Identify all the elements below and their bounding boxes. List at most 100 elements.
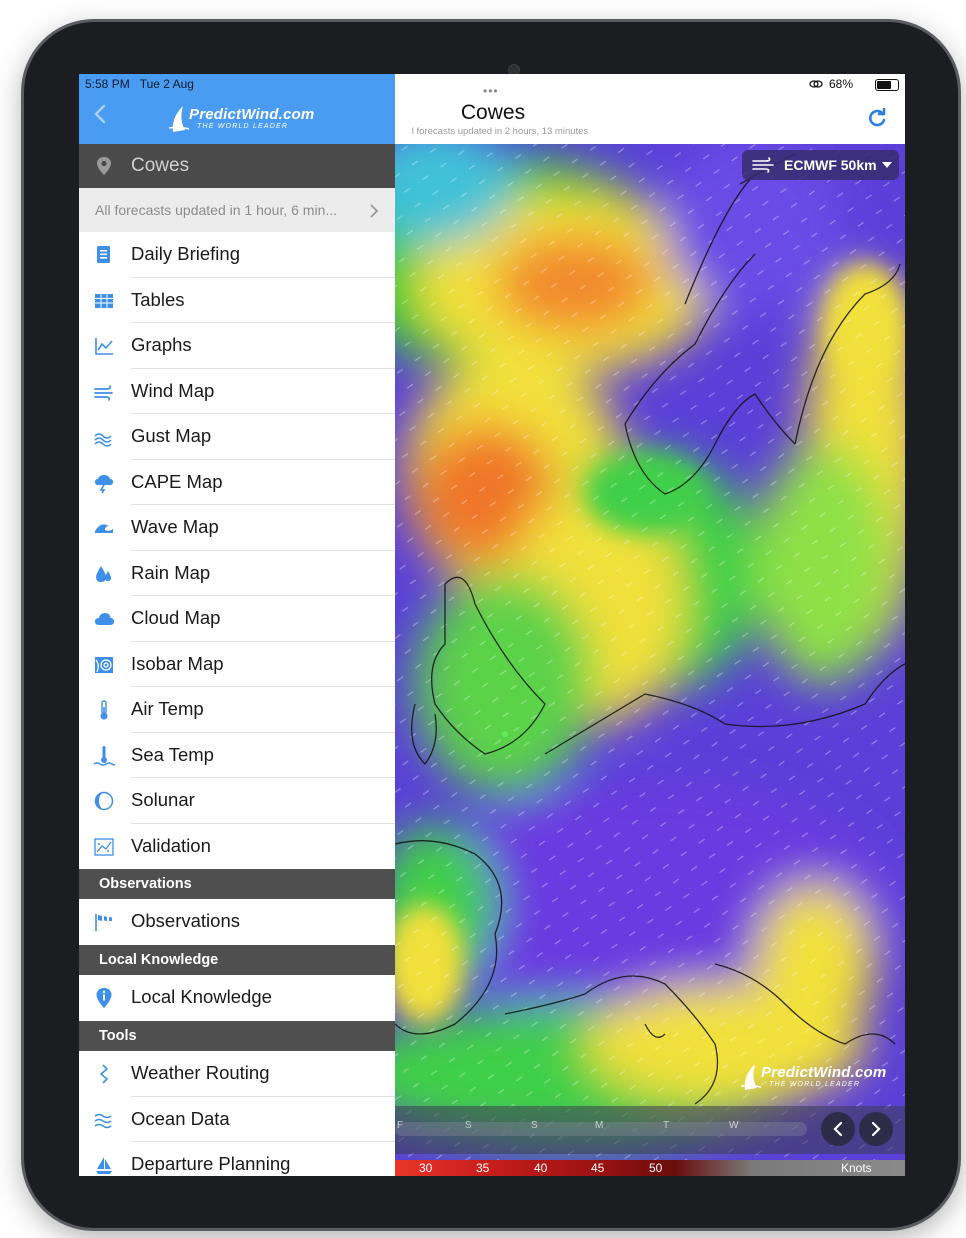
menu-item-daily-briefing[interactable]: Daily Briefing — [79, 232, 395, 278]
sail-logo-icon — [169, 106, 189, 132]
legend-unit: Knots — [841, 1161, 872, 1175]
battery-percent: 68% — [829, 77, 854, 91]
menu-item-label: Observations — [131, 910, 240, 931]
model-selector[interactable]: ECMWF 50km — [742, 150, 899, 180]
sidebar: 5:58 PM Tue 2 Aug PredictWind.com THE WO… — [79, 74, 395, 1176]
page-title: Cowes — [460, 101, 526, 124]
timeline-day: S — [465, 1120, 472, 1131]
route-icon — [100, 1064, 108, 1084]
menu-item-weather-routing[interactable]: Weather Routing — [79, 1051, 395, 1097]
menu-item-air-temp[interactable]: Air Temp — [79, 687, 395, 733]
menu-item-label: Solunar — [131, 789, 195, 810]
timeline-next-button[interactable] — [859, 1112, 893, 1146]
menu-item-label: Sea Temp — [131, 743, 214, 765]
menu-item-isobar-map[interactable]: Isobar Map — [79, 642, 395, 687]
menu-item-wave-map[interactable]: Wave Map — [79, 505, 395, 551]
predictwind-logo: PredictWind.com THE WORLD LEADER — [169, 104, 314, 134]
menu-item-label: Daily Briefing — [131, 243, 240, 264]
moon-icon — [94, 791, 114, 811]
menu-item-cape-map[interactable]: CAPE Map — [79, 460, 395, 505]
link-icon — [809, 80, 823, 88]
forecast-update-row[interactable]: All forecasts updated in 1 hour, 6 min..… — [79, 188, 395, 232]
logo-tagline: THE WORLD LEADER — [197, 123, 289, 130]
wave-icon — [95, 524, 113, 533]
location-selector[interactable]: Cowes — [79, 144, 395, 188]
table-icon — [95, 293, 113, 308]
menu-item-sea-temp[interactable]: Sea Temp — [79, 733, 395, 778]
dropdown-caret-icon — [882, 162, 892, 168]
menu-item-departure-planning[interactable]: Departure Planning — [79, 1142, 395, 1176]
timeline-day: F — [397, 1120, 404, 1131]
chevron-right-icon — [871, 1121, 881, 1137]
menu-item-label: Weather Routing — [131, 1062, 270, 1083]
sea-thermometer-icon — [93, 745, 115, 766]
top-bar: ••• 68% Cowes l forecasts updated in 2 h… — [395, 74, 905, 144]
timeline-day: M — [595, 1120, 604, 1131]
status-time: 5:58 PM Tue 2 Aug — [85, 77, 194, 91]
menu-item-rain-map[interactable]: Rain Map — [79, 551, 395, 596]
forecast-update-subtitle: l forecasts updated in 2 hours, 13 minut… — [411, 126, 589, 137]
menu-item-validation[interactable]: Validation — [79, 824, 395, 870]
menu-item-label: Graphs — [131, 334, 192, 355]
refresh-icon[interactable] — [867, 108, 887, 128]
thermometer-icon — [100, 700, 108, 720]
watermark-text: PredictWind.com — [761, 1064, 887, 1081]
sailboat-icon — [96, 1157, 112, 1174]
menu-item-gust-map[interactable]: Gust Map — [79, 414, 395, 460]
menu-item-label: Air Temp — [131, 698, 204, 719]
menu-item-label: Ocean Data — [131, 1107, 230, 1129]
menu-item-label: Isobar Map — [131, 652, 224, 674]
section-title: Observations — [99, 876, 192, 892]
timeline-bar: F S S M T W — [395, 1106, 905, 1154]
section-header-tools: Tools — [79, 1021, 395, 1051]
logo-text: PredictWind.com — [189, 106, 315, 123]
wind-map-canvas[interactable] — [395, 144, 905, 1176]
wind-icon — [94, 384, 113, 401]
wind-map[interactable]: ECMWF 50km PredictWind.com THE WORLD LEA… — [395, 144, 905, 1176]
wind-model-icon — [752, 157, 774, 173]
storm-cloud-icon — [95, 474, 113, 493]
menu-item-label: CAPE Map — [131, 470, 223, 492]
menu-item-cloud-map[interactable]: Cloud Map — [79, 596, 395, 642]
menu-item-label: Gust Map — [131, 425, 212, 446]
section-title: Tools — [99, 1028, 137, 1044]
back-chevron-icon[interactable] — [93, 104, 107, 124]
multitask-dots[interactable]: ••• — [483, 84, 499, 98]
menu-item-wind-map[interactable]: Wind Map — [79, 369, 395, 414]
flags-icon — [95, 914, 112, 931]
menu-item-graphs[interactable]: Graphs — [79, 323, 395, 369]
menu-item-label: Departure Planning — [131, 1153, 291, 1174]
menu-item-label: Wave Map — [131, 516, 219, 537]
sail-logo-icon — [741, 1064, 761, 1090]
menu-item-ocean-data[interactable]: Ocean Data — [79, 1097, 395, 1142]
status-clock: 5:58 PM — [85, 77, 130, 91]
menu-item-label: Local Knowledge — [131, 986, 272, 1007]
timeline-prev-button[interactable] — [821, 1112, 855, 1146]
location-name: Cowes — [131, 155, 190, 176]
chevron-left-icon — [833, 1121, 843, 1137]
status-date: Tue 2 Aug — [139, 77, 194, 91]
legend-value: 45 — [591, 1161, 605, 1175]
timeline-day: S — [531, 1120, 538, 1131]
battery-icon — [875, 79, 899, 91]
menu-item-tables[interactable]: Tables — [79, 278, 395, 323]
main-panel: ••• 68% Cowes l forecasts updated in 2 h… — [395, 74, 905, 1176]
section-header-observations: Observations — [79, 869, 395, 899]
menu-item-observations[interactable]: Observations — [79, 899, 395, 945]
menu-item-local-knowledge[interactable]: Local Knowledge — [79, 975, 395, 1021]
screen: 5:58 PM Tue 2 Aug PredictWind.com THE WO… — [79, 74, 905, 1176]
model-label: ECMWF 50km — [784, 157, 877, 173]
menu-item-label: Cloud Map — [131, 607, 221, 628]
rain-drop-icon — [96, 565, 111, 582]
menu-item-solunar[interactable]: Solunar — [79, 778, 395, 824]
menu-item-label: Rain Map — [131, 561, 211, 583]
scatter-chart-icon — [94, 837, 114, 856]
timeline-day: W — [729, 1120, 739, 1131]
cloud-icon — [95, 613, 114, 625]
sidebar-header: 5:58 PM Tue 2 Aug PredictWind.com THE WO… — [79, 74, 395, 144]
menu-item-label: Tables — [131, 288, 185, 310]
location-pin-icon — [97, 157, 111, 175]
map-watermark-logo: PredictWind.com THE WORLD LEADER — [741, 1062, 891, 1092]
document-icon — [97, 246, 110, 263]
gust-icon — [94, 433, 112, 447]
